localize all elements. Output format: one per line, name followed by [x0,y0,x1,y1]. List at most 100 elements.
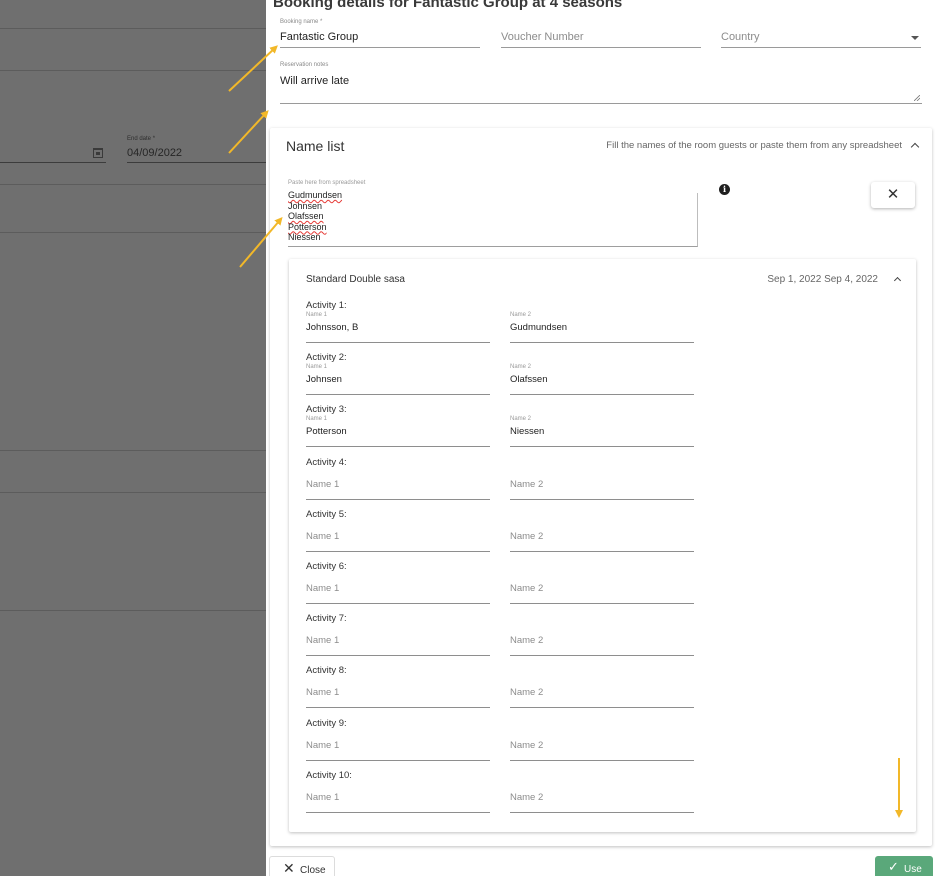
activity-label: Activity 5: [306,508,347,520]
background-divider [0,450,270,451]
chevron-up-icon[interactable] [893,276,902,285]
name-list-title: Name list [286,138,345,154]
reservation-notes-field[interactable]: Reservation notes Will arrive late [280,62,922,104]
activity-name1-input[interactable]: Name 1 [306,573,490,604]
name2-value: Gudmundsen [510,322,568,333]
info-icon[interactable]: i [719,184,730,195]
use-button-label: Use [904,864,922,875]
name1-label: Name 1 [306,312,328,318]
activity-name1-input[interactable]: Name 1 [306,782,490,813]
reservation-notes-value: Will arrive late [280,75,350,87]
activity-label: Activity 9: [306,717,347,729]
name2-placeholder: Name 2 [510,739,544,751]
name1-label: Name 1 [306,416,328,423]
name1-placeholder: Name 1 [306,478,340,490]
activity-name1-input[interactable]: Name 1 Johnsen [306,364,490,396]
start-date-underline [0,162,106,163]
name-list-header[interactable]: Fill the names of the room guests or pas… [606,140,920,152]
activity-label: Activity 6: [306,561,347,572]
end-date-label: End date * [127,136,156,142]
activity-label: Activity 3: [306,404,347,416]
paste-content: Gudmundsen Johnsen Olafssen Potterson Ni… [288,190,342,243]
name1-placeholder: Name 1 [306,583,340,594]
activity-row: Activity 9: Name 1 Name 2 [306,718,706,762]
activity-name2-input[interactable]: Name 2 [510,469,694,500]
activity-name2-input[interactable]: Name 2 Niessen [510,416,694,448]
chevron-up-icon[interactable] [910,142,920,152]
booking-name-field[interactable]: Booking name * Fantastic Group [280,19,480,48]
activity-name1-input[interactable]: Name 1 Potterson [306,416,490,448]
paste-line: Gudmundsen [288,190,343,200]
country-select[interactable]: Country [721,19,921,48]
activity-name1-input[interactable]: Name 1 [306,677,490,709]
background-divider [0,232,270,233]
name2-placeholder: Name 2 [510,635,544,647]
activity-row: Activity 1: Name 1 Johnsson, B Name 2 Gudmun… [306,300,706,344]
name2-label: Name 2 [510,364,532,371]
background-divider [0,184,270,185]
background-divider [0,70,270,71]
background-divider [0,610,270,611]
name2-placeholder: Name 2 [510,530,544,542]
close-icon: ✕ [886,186,900,203]
room-date-from: Sep 1, 2022 [767,274,822,285]
name-list-hint: Fill the names of the room guests or pas… [606,140,902,151]
name2-placeholder: Name 2 [510,687,544,699]
activity-row: Activity 10: Name 1 Name 2 [306,770,706,814]
room-card: Standard Double sasa Sep 1, 2022 Sep 4, … [289,259,916,832]
resize-handle-icon[interactable] [914,95,920,101]
name1-label: Name 1 [306,364,328,371]
background-divider [0,28,270,29]
activity-name2-input[interactable]: Name 2 [510,625,694,657]
activity-row: Activity 7: Name 1 Name 2 [306,613,706,657]
name1-placeholder: Name 1 [306,791,340,803]
name1-placeholder: Name 1 [306,635,340,647]
activity-label: Activity 1: [306,300,347,311]
activity-name2-input[interactable]: Name 2 [510,521,694,552]
name1-placeholder: Name 1 [306,739,340,751]
paste-line: Olafssen [288,211,324,221]
paste-textarea[interactable]: Paste here from spreadsheet Gudmundsen J… [288,180,698,247]
paste-line: Niessen [288,232,321,242]
activity-name2-input[interactable]: Name 2 Gudmundsen [510,312,694,343]
activity-name1-input[interactable]: Name 1 [306,469,490,500]
booking-name-value: Fantastic Group [280,31,359,43]
activity-label: Activity 4: [306,456,347,468]
calendar-icon [93,148,103,158]
dialog-title: Booking details for Fantastic Group at 4… [273,0,623,11]
clear-paste-button[interactable]: ✕ [871,182,915,208]
activity-name2-input[interactable]: Name 2 [510,730,694,761]
reservation-notes-label: Reservation notes [280,62,329,68]
activity-name1-input[interactable]: Name 1 [306,521,490,552]
paste-label: Paste here from spreadsheet [288,180,366,186]
activity-label: Activity 7: [306,613,347,625]
name2-placeholder: Name 2 [510,583,544,594]
use-button[interactable]: ✓ Use [875,856,933,876]
name-list-panel: Name list Fill the names of the room gue… [270,128,932,846]
name2-value: Olafssen [510,374,548,386]
activity-label: Activity 8: [306,665,347,677]
name2-label: Name 2 [510,416,532,423]
close-button-label: Close [300,865,326,876]
name1-placeholder: Name 1 [306,687,340,699]
voucher-number-field[interactable]: Voucher Number [501,19,701,48]
activity-label: Activity 2: [306,352,347,364]
booking-name-label: Booking name * [280,19,323,25]
end-date-underline [127,162,270,163]
name1-placeholder: Name 1 [306,530,340,542]
activity-name1-input[interactable]: Name 1 Johnsson, B [306,312,490,343]
activity-name1-input[interactable]: Name 1 [306,625,490,657]
paste-line: Potterson [288,221,327,232]
activity-name2-input[interactable]: Name 2 [510,573,694,604]
booking-details-dialog: Booking details for Fantastic Group at 4… [266,0,935,876]
caret-down-icon [911,36,919,40]
background-page: End date * 04/09/2022 [0,0,270,876]
activity-name2-input[interactable]: Name 2 [510,782,694,813]
name2-placeholder: Name 2 [510,791,544,803]
activity-name2-input[interactable]: Name 2 Olafssen [510,364,694,396]
activity-name1-input[interactable]: Name 1 [306,730,490,761]
close-button[interactable]: ✕ Close [269,856,335,876]
name1-value: Potterson [306,426,347,438]
name1-value: Johnsson, B [306,322,359,333]
activity-name2-input[interactable]: Name 2 [510,677,694,709]
